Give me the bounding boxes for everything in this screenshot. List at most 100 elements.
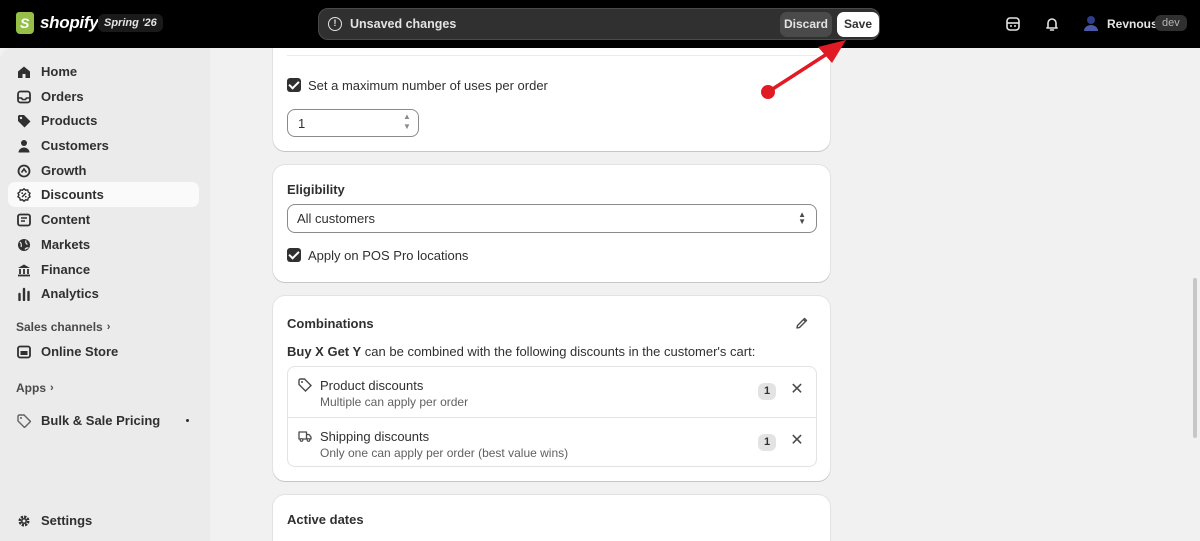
sidebar: Home Orders Products Customers Growth Di… [0, 48, 210, 541]
dev-badge: dev [1155, 15, 1187, 31]
sidebar-item-growth[interactable]: Growth [8, 158, 199, 183]
bank-icon [18, 264, 30, 276]
combo-subtitle: Multiple can apply per order [320, 395, 469, 409]
max-uses-label: Set a maximum number of uses per order [308, 78, 548, 93]
logo-text: shopify [40, 13, 99, 32]
scrollbar[interactable] [1190, 48, 1200, 541]
apps-header[interactable]: Apps › [16, 381, 54, 395]
home-icon [18, 66, 30, 78]
user-name[interactable]: Revnous [1107, 17, 1158, 31]
sidebar-item-label: Growth [41, 163, 87, 178]
tag-icon [298, 378, 312, 392]
sidebar-item-content[interactable]: Content [8, 207, 199, 232]
sidebar-item-label: Products [41, 113, 98, 128]
description-rest: can be combined with the following disco… [361, 344, 756, 359]
sidebar-item-online-store[interactable]: Online Store [8, 339, 199, 364]
eligibility-select-value: All customers [297, 211, 376, 226]
sidebar-item-label: Content [41, 212, 91, 227]
shopify-bag-icon [16, 12, 34, 34]
count-badge: 1 [758, 383, 776, 400]
chart-icon [18, 287, 30, 301]
sidebar-item-discounts[interactable]: Discounts [8, 182, 199, 207]
active-dates-card: Active dates [273, 495, 830, 541]
sidebar-item-finance[interactable]: Finance [8, 257, 199, 282]
pencil-icon[interactable] [795, 316, 809, 330]
shopify-logo[interactable]: shopify [16, 12, 99, 34]
app-icon [17, 413, 31, 428]
unsaved-changes-text: Unsaved changes [350, 17, 457, 31]
divider [287, 55, 817, 56]
orders-icon [17, 90, 31, 103]
eligibility-card: Eligibility All customers ▲ ▼ Apply on PO… [273, 165, 830, 282]
sidebar-item-label: Customers [41, 138, 109, 153]
active-dates-title: Active dates [287, 512, 364, 527]
combo-title: Shipping discounts [320, 429, 430, 444]
gear-icon [18, 515, 30, 526]
sidebar-item-home[interactable]: Home [8, 59, 199, 84]
tag-icon [18, 114, 31, 127]
usage-limits-card: Set a maximum number of uses per order 1… [273, 48, 830, 151]
globe-icon [18, 238, 30, 251]
max-uses-input[interactable]: 1 ▲ ▼ [287, 109, 419, 137]
sidebar-item-analytics[interactable]: Analytics [8, 281, 199, 306]
sidebar-item-label: Analytics [41, 286, 99, 301]
app-status-dot [186, 419, 189, 422]
pos-label: Apply on POS Pro locations [308, 248, 469, 263]
growth-icon [17, 164, 31, 177]
sidebar-item-label: Online Store [41, 344, 119, 359]
store-icon[interactable] [1004, 15, 1022, 33]
list-item: Shipping discounts Only one can apply pe… [288, 417, 816, 467]
sidebar-item-label: Bulk & Sale Pricing [41, 413, 161, 428]
combinations-title: Combinations [287, 316, 374, 331]
apps-label: Apps [16, 381, 46, 395]
sidebar-item-settings[interactable]: Settings [8, 508, 199, 533]
combo-title: Product discounts [320, 378, 424, 393]
chevron-up-icon[interactable]: ▲ [400, 112, 414, 122]
discount-type-name: Buy X Get Y [287, 344, 362, 359]
top-bar: shopify Spring '26 ! Unsaved changes Dis… [0, 0, 1200, 48]
discard-button[interactable]: Discard [780, 12, 832, 37]
sidebar-item-label: Discounts [41, 187, 104, 202]
truck-icon [298, 431, 312, 442]
avatar[interactable] [1082, 14, 1100, 32]
sidebar-item-orders[interactable]: Orders [8, 84, 199, 109]
eligibility-title: Eligibility [287, 182, 345, 197]
sidebar-item-label: Settings [41, 513, 93, 528]
chevron-right-icon: › [50, 382, 54, 394]
sidebar-item-label: Orders [41, 89, 84, 104]
combinations-card: Combinations Buy X Get Y can be combined… [273, 296, 830, 481]
discount-icon [17, 187, 31, 202]
number-stepper[interactable]: ▲ ▼ [400, 112, 414, 134]
sales-channels-header[interactable]: Sales channels › [16, 320, 110, 334]
max-uses-value: 1 [298, 116, 306, 131]
combo-subtitle: Only one can apply per order (best value… [320, 446, 569, 460]
sidebar-item-customers[interactable]: Customers [8, 133, 199, 158]
close-icon[interactable]: ✕ [788, 432, 806, 450]
chevron-down-icon[interactable]: ▼ [400, 122, 414, 132]
main-content: Set a maximum number of uses per order 1… [210, 48, 1190, 541]
sidebar-item-label: Finance [41, 262, 91, 277]
content-icon [17, 213, 31, 226]
sidebar-item-label: Home [41, 64, 78, 79]
unsaved-changes-bar: ! Unsaved changes Discard Save [318, 8, 880, 40]
combinations-list: Product discounts Multiple can apply per… [287, 366, 817, 467]
count-badge: 1 [758, 434, 776, 451]
sidebar-item-bulk-sale-pricing[interactable]: Bulk & Sale Pricing [8, 408, 199, 433]
online-store-icon [17, 345, 31, 358]
pos-checkbox[interactable] [287, 248, 301, 262]
eligibility-select[interactable]: All customers ▲ ▼ [287, 204, 817, 233]
chevron-right-icon: › [106, 321, 111, 333]
edition-badge: Spring '26 [98, 14, 163, 32]
sales-channels-label: Sales channels [16, 320, 103, 334]
save-button[interactable]: Save [837, 12, 879, 37]
list-item: Product discounts Multiple can apply per… [288, 367, 816, 417]
sidebar-item-products[interactable]: Products [8, 108, 199, 133]
max-uses-checkbox[interactable] [287, 78, 301, 92]
bell-icon[interactable] [1043, 15, 1061, 33]
scroll-thumb[interactable] [1193, 278, 1197, 438]
sidebar-item-markets[interactable]: Markets [8, 232, 199, 257]
select-chevrons-icon: ▲ ▼ [798, 210, 806, 226]
alert-circle-icon: ! [328, 17, 342, 31]
combinations-description: Buy X Get Y can be combined with the fol… [287, 344, 755, 359]
close-icon[interactable]: ✕ [788, 381, 806, 399]
